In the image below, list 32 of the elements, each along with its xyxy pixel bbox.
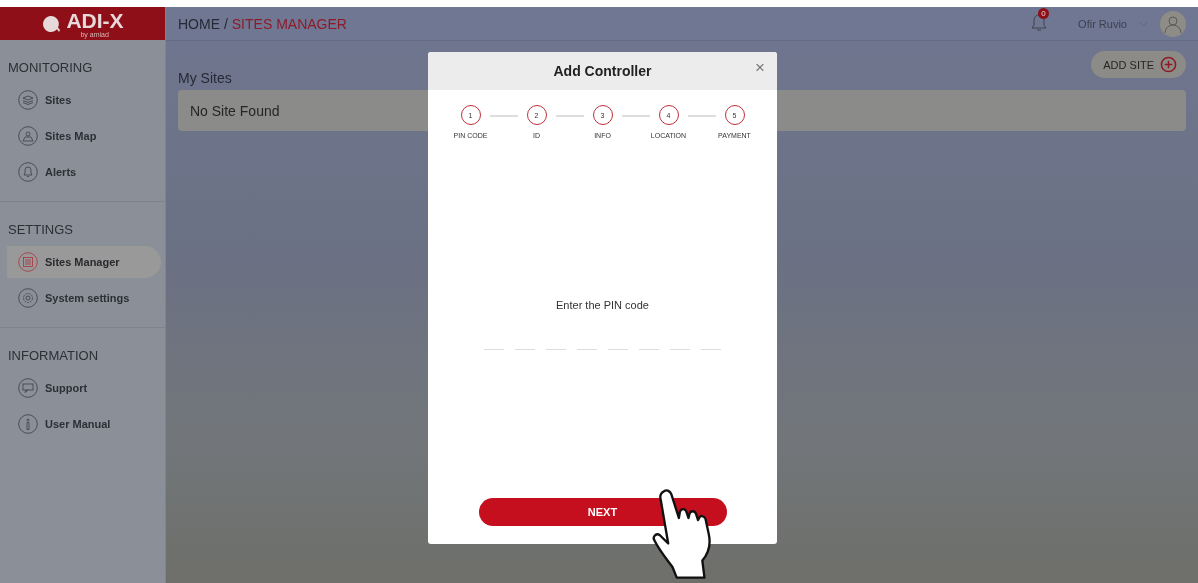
logo-icon [41,13,62,34]
sidebar-item[interactable]: Sites Map [7,120,161,152]
plus-circle-icon [1160,56,1177,73]
section-heading: INFORMATION [7,348,100,363]
sidebar-item[interactable]: Sites Manager [7,246,161,278]
user-icon [1163,13,1183,34]
page-title: My Sites [178,70,232,86]
breadcrumb-home[interactable]: HOME / [178,15,228,32]
info-icon [18,414,38,434]
user-name[interactable]: Ofir Ruvio [1078,17,1127,30]
logo-name: ADI-X [66,9,124,31]
breadcrumb-current: SITES MANAGER [231,15,347,32]
map-pin-icon [18,126,38,146]
notification-badge: 0 [1038,7,1050,19]
sidebar-item[interactable]: Sites [7,84,161,116]
sidebar-item[interactable]: Support [7,372,161,404]
dialog-title: Add Controller [553,63,652,79]
sidebar-item[interactable]: User Manual [7,408,161,440]
bell-icon [18,162,38,182]
layers-icon [18,90,38,110]
chat-icon [18,378,38,398]
settings-icon [18,288,38,308]
close-button[interactable]: × [753,58,767,78]
empty-message: No Site Found [190,102,280,119]
sidebar-item[interactable]: Alerts [7,156,161,188]
pin-prompt: Enter the PIN code [556,299,649,311]
avatar[interactable] [1160,10,1186,37]
section-heading: SETTINGS [7,222,74,237]
add-site-button[interactable]: ADD SITE [1091,51,1186,78]
sidebar-item[interactable]: System settings [7,282,161,314]
sliders-icon [18,252,38,272]
section-heading: MONITORING [7,60,94,75]
